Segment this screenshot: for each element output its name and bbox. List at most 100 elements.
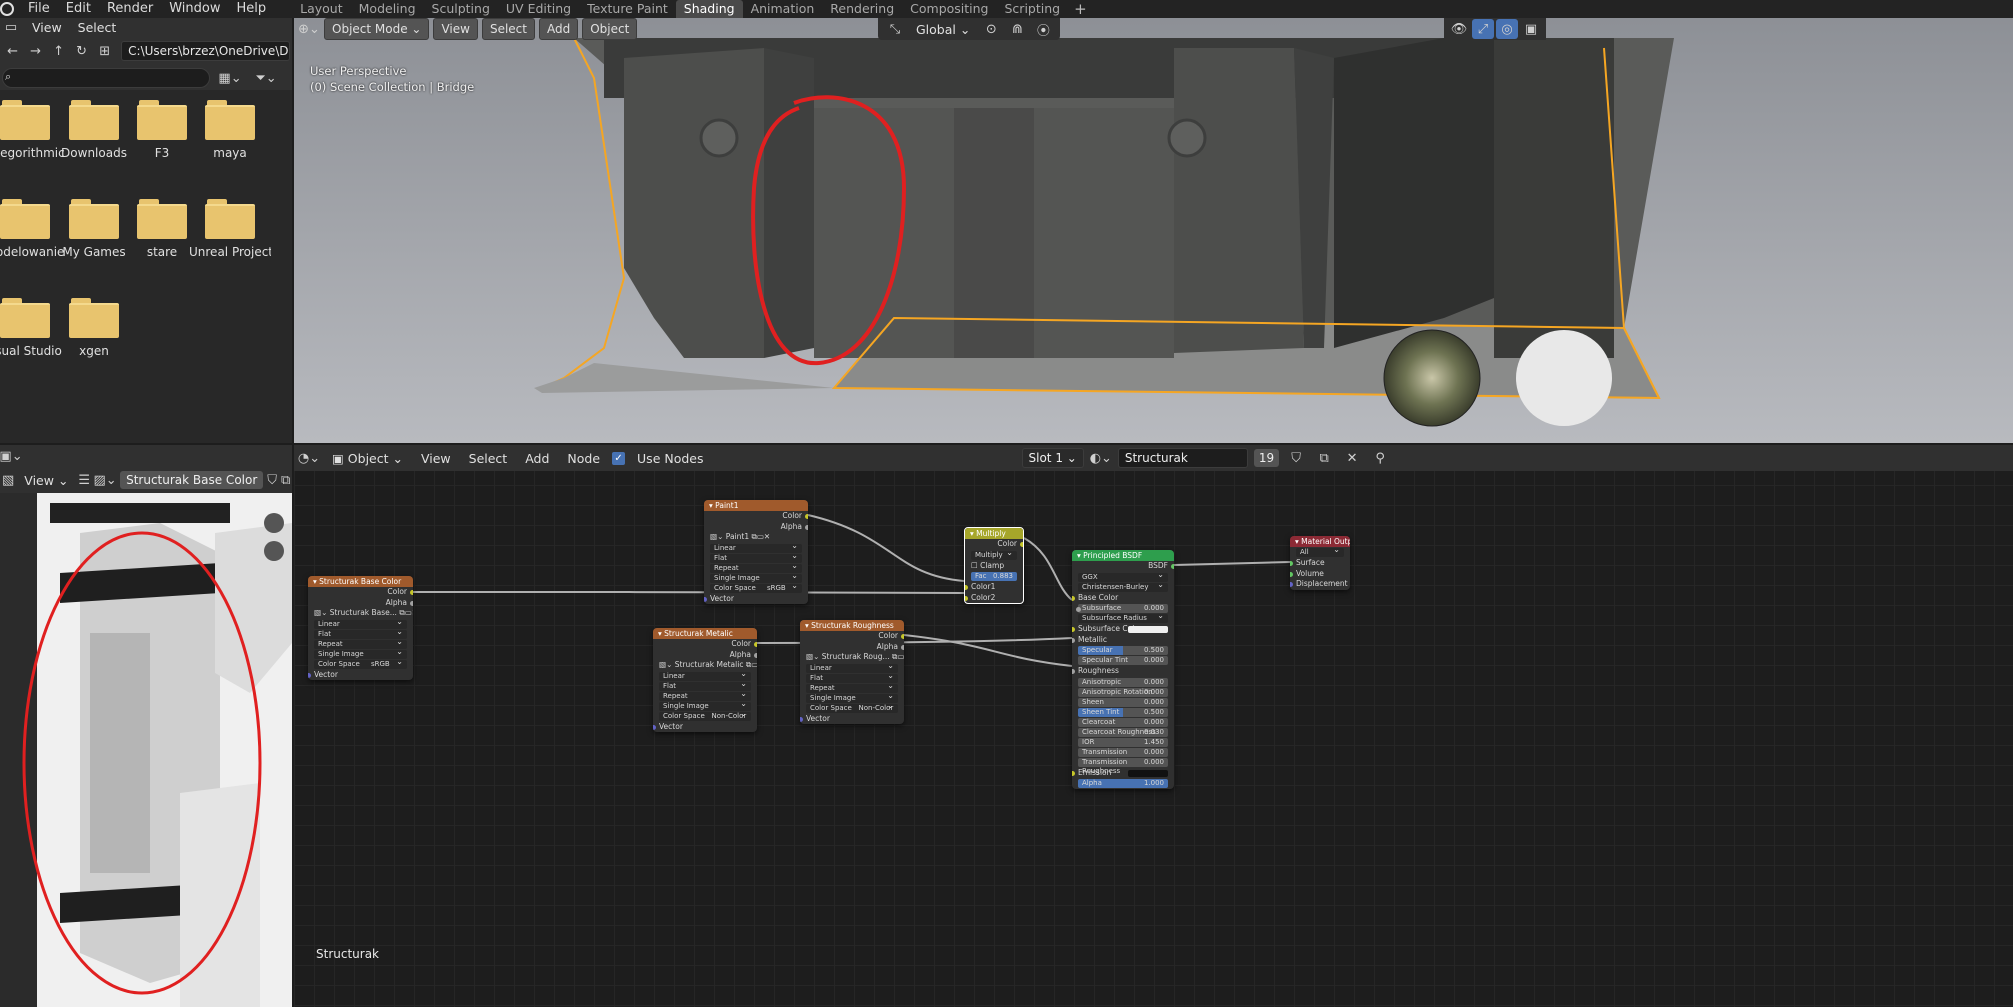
subsurface-color-swatch[interactable] bbox=[1128, 626, 1168, 633]
input-socket[interactable] bbox=[1076, 607, 1081, 612]
menu-render[interactable]: Render bbox=[99, 0, 161, 18]
fake-user-icon[interactable]: ⛉ bbox=[267, 470, 277, 490]
add-workspace-button[interactable]: + bbox=[1068, 0, 1093, 18]
menu-window[interactable]: Window bbox=[161, 0, 228, 18]
editor-type-icon[interactable]: ▭ bbox=[0, 18, 22, 37]
node-multiply[interactable]: ▾ Multiply Color Multiply ☐ Clamp Fac0.8… bbox=[964, 527, 1024, 604]
subsurface-method-dropdown[interactable]: Christensen-Burley bbox=[1078, 580, 1168, 592]
tab-shading[interactable]: Shading bbox=[675, 0, 743, 18]
input-socket[interactable] bbox=[653, 724, 656, 730]
extension-dropdown[interactable]: Repeat bbox=[806, 681, 898, 693]
interpolation-dropdown[interactable]: Linear bbox=[806, 661, 898, 673]
folder-maya[interactable]: maya bbox=[189, 100, 271, 160]
directory-path-field[interactable]: C:\Users\brzez\OneDrive\Dokumenty\ bbox=[121, 41, 291, 61]
tab-modeling[interactable]: Modeling bbox=[351, 0, 424, 18]
tab-compositing[interactable]: Compositing bbox=[902, 0, 996, 18]
tab-layout[interactable]: Layout bbox=[292, 0, 351, 18]
transmission-roughness-slider[interactable]: Transmission Roughness 0.000 bbox=[1078, 757, 1168, 775]
input-socket[interactable] bbox=[1290, 561, 1293, 566]
fb-menu-select[interactable]: Select bbox=[72, 18, 123, 37]
extension-dropdown[interactable]: Repeat bbox=[659, 689, 751, 701]
filter-icon[interactable]: ⏷⌄ bbox=[250, 68, 282, 88]
3d-viewport[interactable]: ⊕⌄ Object Mode ⌄ View Select Add Object … bbox=[294, 18, 2013, 443]
input-socket[interactable] bbox=[1072, 669, 1075, 674]
editor-type-icon[interactable]: ▣⌄ bbox=[0, 446, 23, 466]
folder-xgen[interactable]: xgen bbox=[53, 298, 135, 358]
blender-logo-icon[interactable] bbox=[0, 2, 14, 16]
transform-orientation-dropdown[interactable]: Global ⌄ bbox=[910, 20, 976, 39]
output-socket[interactable] bbox=[754, 642, 757, 647]
colorspace-dropdown[interactable]: Color Space Non-Color bbox=[659, 709, 751, 721]
tab-texture-paint[interactable]: Texture Paint bbox=[579, 0, 676, 18]
extension-dropdown[interactable]: Repeat bbox=[710, 561, 802, 573]
output-socket[interactable] bbox=[901, 634, 904, 639]
source-dropdown[interactable]: Single Image bbox=[806, 691, 898, 703]
anisotropic-slider[interactable]: Anisotropic 0.000 bbox=[1078, 677, 1168, 687]
sheen-tint-slider[interactable]: Sheen Tint 0.500 bbox=[1078, 707, 1168, 717]
input-socket[interactable] bbox=[308, 672, 311, 678]
image-browse-icon[interactable]: ▨⌄ bbox=[93, 470, 116, 490]
specular-tint-slider[interactable]: Specular Tint 0.000 bbox=[1078, 656, 1168, 665]
transmission-slider[interactable]: Transmission 0.000 bbox=[1078, 747, 1168, 757]
hamburger-menu-icon[interactable]: ☰ bbox=[78, 470, 90, 490]
node-header[interactable]: ▾ Paint1 bbox=[704, 500, 808, 511]
tab-scripting[interactable]: Scripting bbox=[997, 0, 1069, 18]
file-search-input[interactable]: ⌕ bbox=[2, 68, 210, 88]
alpha-slider[interactable]: Alpha 1.000 bbox=[1078, 779, 1168, 788]
input-socket[interactable] bbox=[965, 595, 968, 601]
blend-mode-dropdown[interactable]: Multiply bbox=[971, 548, 1017, 560]
emission-color-swatch[interactable] bbox=[1128, 769, 1168, 777]
target-dropdown[interactable]: All bbox=[1296, 545, 1344, 557]
source-dropdown[interactable]: Single Image bbox=[314, 647, 407, 659]
image-name-field[interactable]: Structurak Base Color bbox=[120, 471, 264, 489]
node-material-output[interactable]: ▾ Material Output All Surface Volume Dis… bbox=[1290, 536, 1350, 590]
subsurface-slider[interactable]: Subsurface 0.000 bbox=[1076, 604, 1168, 613]
display-mode-icon[interactable]: ▦⌄ bbox=[214, 68, 246, 88]
image-mode-icon[interactable]: ▧ bbox=[2, 470, 14, 490]
interpolation-dropdown[interactable]: Linear bbox=[314, 617, 407, 629]
viewport-menu-object[interactable]: Object bbox=[582, 18, 638, 40]
parent-directory-icon[interactable]: ↑ bbox=[48, 41, 69, 61]
pivot-icon[interactable]: ⊙ bbox=[980, 19, 1002, 39]
source-dropdown[interactable]: Single Image bbox=[659, 699, 751, 711]
zoom-icon[interactable] bbox=[264, 513, 284, 533]
node-paint1[interactable]: ▾ Paint1 Color Alpha ▧⌄ Paint1 ⧉▭✕ Linea… bbox=[704, 500, 808, 604]
menu-edit[interactable]: Edit bbox=[58, 0, 99, 18]
menu-file[interactable]: File bbox=[20, 0, 58, 18]
output-socket[interactable] bbox=[805, 524, 808, 530]
projection-dropdown[interactable]: Flat bbox=[314, 627, 407, 639]
object-mode-dropdown[interactable]: Object Mode ⌄ bbox=[324, 18, 430, 40]
xray-icon[interactable]: ▣ bbox=[1520, 19, 1542, 39]
forward-arrow-icon[interactable]: → bbox=[25, 41, 46, 61]
input-socket[interactable] bbox=[704, 596, 707, 602]
tab-animation[interactable]: Animation bbox=[743, 0, 823, 18]
tab-uv-editing[interactable]: UV Editing bbox=[498, 0, 579, 18]
colorspace-dropdown[interactable]: Color Space Non-Color bbox=[806, 701, 898, 713]
overlays-icon[interactable]: ◎ bbox=[1496, 19, 1518, 39]
viewport-menu-view[interactable]: View bbox=[433, 18, 478, 40]
snap-icon[interactable]: ⋒ bbox=[1006, 19, 1028, 39]
tab-sculpting[interactable]: Sculpting bbox=[424, 0, 498, 18]
input-socket[interactable] bbox=[1072, 770, 1075, 776]
tab-rendering[interactable]: Rendering bbox=[822, 0, 902, 18]
fb-menu-view[interactable]: View bbox=[26, 18, 68, 37]
input-socket[interactable] bbox=[1072, 637, 1075, 643]
proportional-edit-icon[interactable]: ⦿ bbox=[1032, 19, 1054, 39]
node-header[interactable]: ▾ Structurak Roughness bbox=[800, 620, 904, 631]
node-base-color[interactable]: ▾ Structurak Base Color Color Alpha ▧⌄ S… bbox=[308, 576, 413, 680]
input-socket[interactable] bbox=[1290, 571, 1293, 577]
fac-slider[interactable]: Fac 0.883 bbox=[971, 572, 1017, 581]
projection-dropdown[interactable]: Flat bbox=[659, 679, 751, 691]
output-socket[interactable] bbox=[1171, 564, 1174, 569]
interpolation-dropdown[interactable]: Linear bbox=[659, 669, 751, 681]
visibility-icon[interactable]: 👁 bbox=[1448, 19, 1470, 39]
output-socket[interactable] bbox=[901, 644, 904, 650]
extension-dropdown[interactable]: Repeat bbox=[314, 637, 407, 649]
node-principled-bsdf[interactable]: ▾ Principled BSDF BSDF GGX Christensen-B… bbox=[1072, 550, 1174, 789]
colorspace-dropdown[interactable]: Color Space sRGB bbox=[710, 581, 802, 593]
output-socket[interactable] bbox=[1020, 542, 1023, 547]
gizmo-icon[interactable]: ⤢ bbox=[1472, 19, 1494, 39]
image-canvas[interactable] bbox=[0, 493, 292, 1007]
editor-type-icon[interactable]: ⊕⌄ bbox=[298, 19, 320, 39]
anisotropic-rotation-slider[interactable]: Anisotropic Rotation 0.000 bbox=[1078, 687, 1168, 697]
